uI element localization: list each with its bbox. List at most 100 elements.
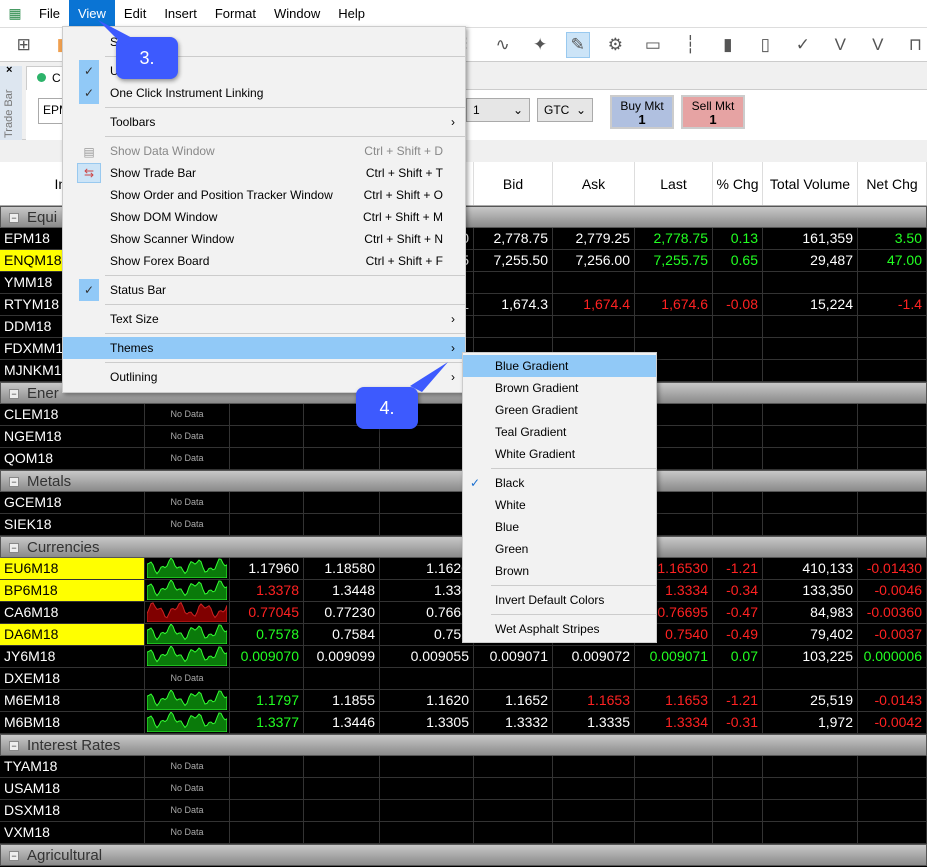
candlestick-icon[interactable]: ▮ (716, 32, 740, 58)
collapse-icon[interactable]: − (9, 741, 19, 751)
table-row[interactable]: M6EM18 1.1797 1.1855 1.1620 1.1652 1.1653 1.16… (0, 690, 927, 712)
value-cell (858, 492, 927, 513)
value-cell (713, 756, 763, 777)
study-settings-icon[interactable]: ⚙ (604, 32, 628, 58)
menu-help[interactable]: Help (329, 0, 374, 28)
sell-market-button[interactable]: Sell Mkt 1 (681, 95, 745, 129)
add-curve-icon[interactable]: ∿ (491, 32, 515, 58)
column-header[interactable]: Last (635, 162, 713, 205)
collapse-icon[interactable]: − (9, 851, 19, 861)
menu-item-show-order-and-position-tracker-window[interactable]: Show Order and Position Tracker Window Ct… (63, 184, 465, 206)
buy-market-button[interactable]: Buy Mkt 1 (610, 95, 674, 129)
value-cell (304, 800, 380, 821)
column-header[interactable]: Total Volume (763, 162, 858, 205)
menu-item-brown[interactable]: Brown (463, 560, 656, 582)
menu-item-toolbars[interactable]: Toolbars › (63, 111, 465, 133)
menu-format[interactable]: Format (206, 0, 265, 28)
menu-item-invert-default-colors[interactable]: Invert Default Colors (463, 589, 656, 611)
instrument-cell[interactable]: M6BM18 (0, 712, 145, 733)
table-row[interactable]: M6BM18 1.3377 1.3446 1.3305 1.3332 1.3335 1.33… (0, 712, 927, 734)
menu-item-wet-asphalt-stripes[interactable]: Wet Asphalt Stripes (463, 618, 656, 640)
group-header-interest-rates[interactable]: − Interest Rates (0, 734, 927, 756)
tif-select[interactable]: GTC ⌄ (537, 98, 593, 122)
menu-item-white[interactable]: White (463, 494, 656, 516)
column-header[interactable]: Net Chg (858, 162, 927, 205)
instrument-cell[interactable]: VXM18 (0, 822, 145, 843)
instrument-cell[interactable]: DA6M18 (0, 624, 145, 645)
menu-item-show-scanner-window[interactable]: Show Scanner Window Ctrl + Shift + N (63, 228, 465, 250)
table-row[interactable]: JY6M18 0.009070 0.009099 0.009055 0.009071 0.… (0, 646, 927, 668)
column-header[interactable]: Bid (474, 162, 553, 205)
value-cell: 29,487 (763, 250, 858, 271)
menu-window[interactable]: Window (265, 0, 329, 28)
instrument-cell[interactable]: TYAM18 (0, 756, 145, 777)
instrument-cell[interactable]: BP6M18 (0, 580, 145, 601)
step-chart-icon[interactable]: ⊓ (904, 32, 927, 58)
collapse-icon[interactable]: − (9, 477, 19, 487)
new-window-icon[interactable]: ⊞ (12, 32, 36, 58)
menu-item-show-forex-board[interactable]: Show Forex Board Ctrl + Shift + F (63, 250, 465, 272)
value-cell: -0.00360 (858, 602, 927, 623)
menu-item-label: Green Gradient (495, 403, 578, 417)
collapse-icon[interactable]: − (9, 543, 19, 553)
value-cell: 1.3448 (304, 580, 380, 601)
instrument-cell[interactable]: M6EM18 (0, 690, 145, 711)
instrument-cell[interactable]: JY6M18 (0, 646, 145, 667)
close-icon[interactable]: × (6, 64, 12, 76)
menu-item-status-bar[interactable]: ✓ Status Bar (63, 279, 465, 301)
collapse-icon[interactable]: − (9, 389, 19, 399)
column-header[interactable]: Ask (553, 162, 635, 205)
ohlc-bars-icon[interactable]: ┆ (679, 32, 703, 58)
table-row[interactable]: TYAM18 No Data (0, 756, 927, 778)
menu-item-white-gradient[interactable]: White Gradient (463, 443, 656, 465)
value-cell (553, 800, 635, 821)
value-cell (380, 514, 474, 535)
collapse-icon[interactable]: − (9, 213, 19, 223)
menu-insert[interactable]: Insert (155, 0, 206, 28)
window-settings-icon[interactable]: ▭ (641, 32, 665, 58)
menu-item-one-click-instrument-linking[interactable]: ✓ One Click Instrument Linking (63, 82, 465, 104)
value-cell (635, 316, 713, 337)
value-cell (763, 756, 858, 777)
quantity-select[interactable]: 1 ⌄ (466, 98, 530, 122)
menu-item-label: Show Data Window (110, 144, 215, 158)
instrument-cell[interactable]: GCEM18 (0, 492, 145, 513)
group-header-agricultural[interactable]: − Agricultural (0, 844, 927, 866)
instrument-cell[interactable]: USAM18 (0, 778, 145, 799)
menu-item-black[interactable]: ✓ Black (463, 472, 656, 494)
draw-tool-icon[interactable]: ✎ (565, 31, 590, 58)
menu-item-themes[interactable]: Themes › (63, 337, 465, 359)
menu-item-blue[interactable]: Blue (463, 516, 656, 538)
instrument-cell[interactable]: SIEK18 (0, 514, 145, 535)
table-row[interactable]: VXM18 No Data (0, 822, 927, 844)
menu-item-show-dom-window[interactable]: Show DOM Window Ctrl + Shift + M (63, 206, 465, 228)
line-chart-icon[interactable]: ✓ (791, 32, 815, 58)
table-row[interactable]: DXEM18 No Data (0, 668, 927, 690)
menu-file[interactable]: File (30, 0, 69, 28)
add-marker-icon[interactable]: ✦ (528, 32, 552, 58)
menu-item-text-size[interactable]: Text Size › (63, 308, 465, 330)
instrument-cell[interactable]: CA6M18 (0, 602, 145, 623)
table-row[interactable]: USAM18 No Data (0, 778, 927, 800)
menu-item-teal-gradient[interactable]: Teal Gradient (463, 421, 656, 443)
instrument-cell[interactable]: CLEM18 (0, 404, 145, 425)
menu-item-show-trade-bar[interactable]: ⇆ Show Trade Bar Ctrl + Shift + T (63, 162, 465, 184)
hollow-candle-icon[interactable]: ▯ (754, 32, 778, 58)
instrument-cell[interactable]: DSXM18 (0, 800, 145, 821)
table-row[interactable]: DSXM18 No Data (0, 800, 927, 822)
menu-item-blue-gradient[interactable]: Blue Gradient (463, 355, 656, 377)
v-chart2-icon[interactable]: V (866, 32, 890, 58)
v-chart-icon[interactable]: V (829, 32, 853, 58)
trade-bar-side-tab[interactable]: × Trade Bar (0, 64, 22, 140)
menu-item-label: Teal Gradient (495, 425, 567, 439)
menu-item-green[interactable]: Green (463, 538, 656, 560)
value-cell: -0.0143 (858, 690, 927, 711)
menu-item-green-gradient[interactable]: Green Gradient (463, 399, 656, 421)
value-cell (713, 778, 763, 799)
instrument-cell[interactable]: QOM18 (0, 448, 145, 469)
menu-item-brown-gradient[interactable]: Brown Gradient (463, 377, 656, 399)
instrument-cell[interactable]: NGEM18 (0, 426, 145, 447)
instrument-cell[interactable]: EU6M18 (0, 558, 145, 579)
column-header[interactable]: % Chg (713, 162, 763, 205)
instrument-cell[interactable]: DXEM18 (0, 668, 145, 689)
